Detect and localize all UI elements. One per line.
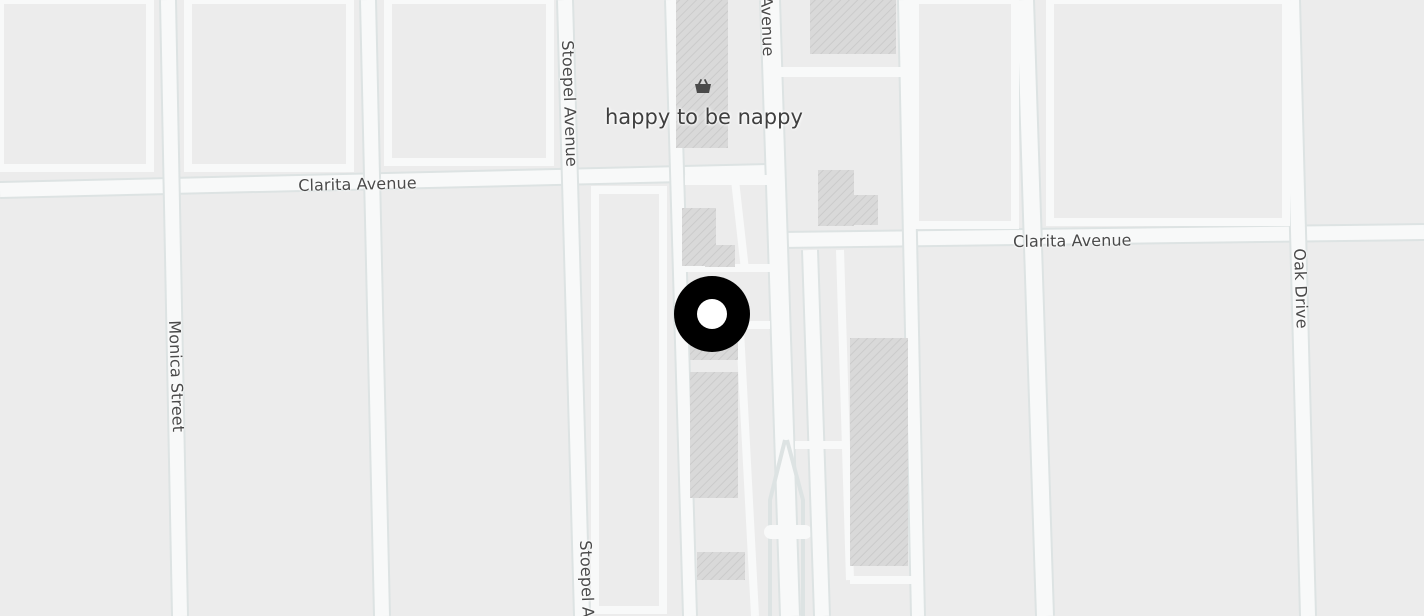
marker-graphic xyxy=(674,276,750,352)
road-service xyxy=(801,249,831,616)
street-label-clarita-west: Clarita Avenue xyxy=(298,173,417,195)
road-monica-street xyxy=(159,0,189,616)
shopping-basket-icon xyxy=(695,79,711,93)
street-label-stoepel-south: Stoepel A xyxy=(576,540,598,616)
poi-label: happy to be nappy xyxy=(605,105,803,129)
street-label-monica: Monica Street xyxy=(165,320,188,433)
map-canvas[interactable]: Clarita Avenue Clarita Avenue Stoepel Av… xyxy=(0,0,1424,616)
street-label-clarita-east: Clarita Avenue xyxy=(1013,230,1132,251)
street-label-oak: Oak Drive xyxy=(1290,248,1312,329)
street-label-avenue-top: Avenue xyxy=(757,0,779,57)
location-marker-icon[interactable] xyxy=(673,275,751,353)
